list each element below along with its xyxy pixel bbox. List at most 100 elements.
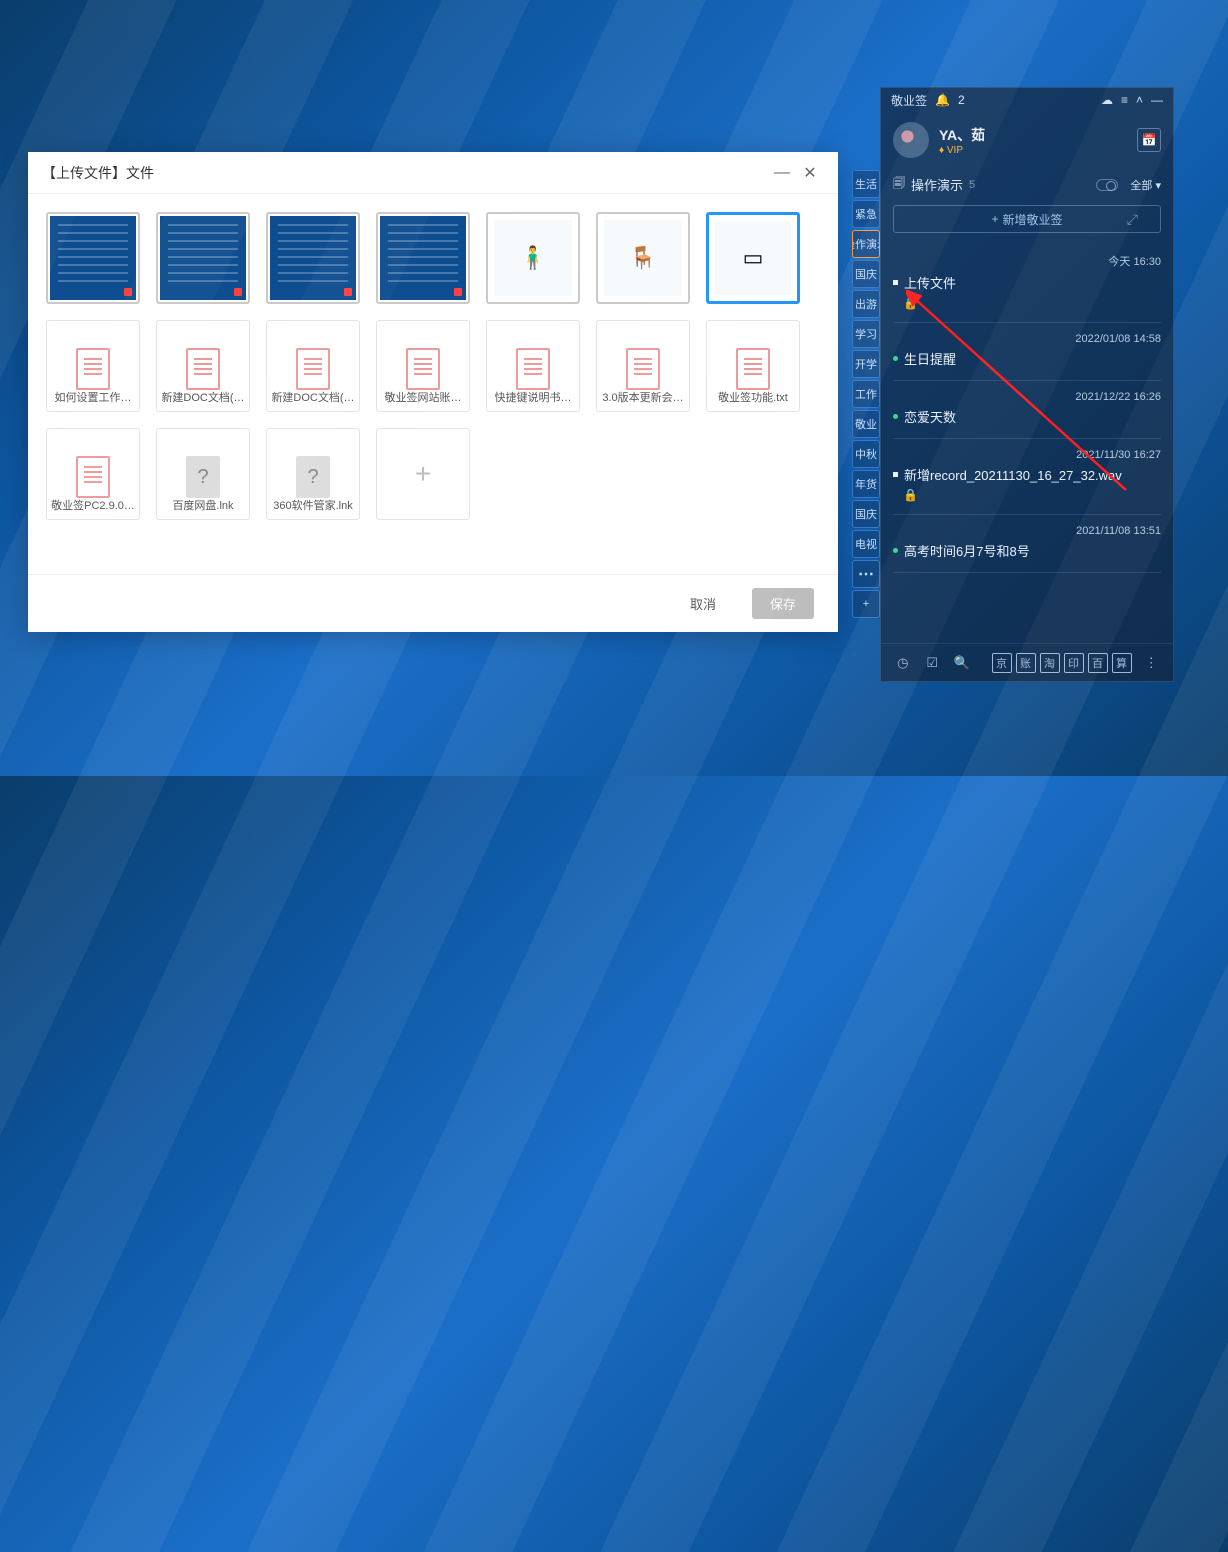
dialog-title: 【上传文件】文件 — [42, 163, 768, 183]
category-tag[interactable]: 生活 — [852, 170, 880, 198]
file-label: 百度网盘.lnk — [161, 497, 245, 513]
file-tile[interactable]: 新建DOC文档(… — [266, 320, 360, 412]
footer-shortcut[interactable]: 印 — [1064, 653, 1084, 673]
category-tag[interactable]: 电视 — [852, 530, 880, 558]
footer-shortcut[interactable]: 京 — [992, 653, 1012, 673]
note-timestamp: 2021/11/08 13:51 — [893, 525, 1161, 537]
status-dot — [893, 414, 898, 419]
note-timestamp: 2021/11/30 16:27 — [893, 449, 1161, 461]
note-item[interactable]: 今天 16:30 上传文件 🔒 — [893, 243, 1161, 323]
category-tag[interactable]: 紧急 — [852, 200, 880, 228]
image-tile[interactable]: ▭ — [706, 212, 800, 304]
category-tag[interactable]: 工作 — [852, 380, 880, 408]
footer-shortcut[interactable]: 百 — [1088, 653, 1108, 673]
note-title: 生日提醒 — [904, 349, 956, 368]
note-timestamp: 今天 16:30 — [893, 253, 1161, 269]
calendar-icon[interactable]: 📅 — [1137, 128, 1161, 152]
image-tile[interactable] — [376, 212, 470, 304]
category-tag[interactable]: 出游 — [852, 290, 880, 318]
note-title: 上传文件 — [904, 273, 956, 292]
status-dot — [893, 548, 898, 553]
footer-shortcut[interactable]: 账 — [1016, 653, 1036, 673]
note-item[interactable]: 2021/11/30 16:27 新增record_20211130_16_27_… — [893, 439, 1161, 515]
upload-dialog: 【上传文件】文件 — ✕ 🧍‍♂️🪑▭ 如何设置工作… 新建DOC文档(… 新建DOC… — [28, 152, 838, 632]
file-tile[interactable]: ?百度网盘.lnk — [156, 428, 250, 520]
file-tile[interactable]: 敬业签PC2.9.0… — [46, 428, 140, 520]
category-tag[interactable]: 开学 — [852, 350, 880, 378]
add-note-label: 新增敬业签 — [1003, 211, 1063, 228]
file-label: 快捷键说明书… — [491, 389, 575, 405]
tag-add[interactable]: + — [852, 590, 880, 618]
dialog-header: 【上传文件】文件 — ✕ — [28, 152, 838, 194]
more-icon[interactable]: ⋮ — [1142, 653, 1162, 673]
file-tile[interactable]: 3.0版本更新会… — [596, 320, 690, 412]
footer-shortcut[interactable]: 淘 — [1040, 653, 1060, 673]
section-count: 5 — [969, 179, 975, 191]
image-tile[interactable] — [266, 212, 360, 304]
avatar[interactable] — [893, 122, 929, 158]
note-title: 新增record_20211130_16_27_32.wav — [904, 465, 1122, 484]
minimize-icon[interactable]: — — [768, 159, 796, 187]
image-tile[interactable] — [46, 212, 140, 304]
file-tile[interactable]: ?360软件管家.lnk — [266, 428, 360, 520]
note-timestamp: 2021/12/22 16:26 — [893, 391, 1161, 403]
panel-titlebar: 敬业签 🔔 2 ☁ ≡ ˄ — — [881, 88, 1173, 112]
file-label: 敬业签PC2.9.0… — [51, 497, 135, 513]
category-tag[interactable]: 学习 — [852, 320, 880, 348]
search-icon[interactable]: 🔍 — [952, 653, 972, 673]
username: YA、茹 — [939, 125, 985, 145]
file-label: 新建DOC文档(… — [161, 389, 245, 405]
plus-icon: + — [991, 212, 998, 226]
note-item[interactable]: 2022/01/08 14:58 生日提醒 — [893, 323, 1161, 381]
file-label: 如何设置工作… — [51, 389, 135, 405]
category-tag[interactable]: 敬业 — [852, 410, 880, 438]
filter-dropdown[interactable]: 全部 ▾ — [1130, 177, 1161, 193]
save-button[interactable]: 保存 — [752, 588, 814, 619]
view-toggle[interactable] — [1096, 179, 1118, 191]
cloud-icon[interactable]: ☁ — [1101, 93, 1113, 107]
expand-icon[interactable]: ⤢ — [1127, 211, 1138, 228]
close-icon[interactable]: ✕ — [796, 159, 824, 187]
note-title: 高考时间6月7号和8号 — [904, 541, 1030, 560]
menu-icon[interactable]: ≡ — [1121, 93, 1128, 107]
add-note-box[interactable]: + 新增敬业签 ⤢ — [893, 205, 1161, 233]
add-file-tile[interactable]: + — [376, 428, 470, 520]
dialog-footer: 取消 保存 — [28, 574, 838, 632]
check-icon[interactable]: ☑ — [923, 653, 943, 673]
tag-more[interactable]: ⋯ — [852, 560, 880, 588]
app-name: 敬业签 — [891, 92, 927, 109]
note-item[interactable]: 2021/11/08 13:51 高考时间6月7号和8号 — [893, 515, 1161, 573]
collapse-icon[interactable]: ˄ — [1136, 93, 1143, 107]
notes-panel: 敬业签 🔔 2 ☁ ≡ ˄ — YA、茹 ♦ VIP 📅 🗐 操作演示 5 全部… — [880, 87, 1174, 682]
note-item[interactable]: 2021/12/22 16:26恋爱天数 — [893, 381, 1161, 439]
list-icon: 🗐 — [893, 174, 905, 195]
image-tile[interactable]: 🧍‍♂️ — [486, 212, 580, 304]
category-tag[interactable]: 国庆 — [852, 500, 880, 528]
file-tile[interactable]: 敬业签功能.txt — [706, 320, 800, 412]
file-tile[interactable]: 敬业签网站账… — [376, 320, 470, 412]
file-tile[interactable]: 快捷键说明书… — [486, 320, 580, 412]
minimize-panel-icon[interactable]: — — [1151, 93, 1163, 107]
file-label: 3.0版本更新会… — [601, 389, 685, 405]
bell-icon[interactable]: 🔔 — [935, 93, 950, 107]
category-tag[interactable]: 国庆 — [852, 260, 880, 288]
note-timestamp: 2022/01/08 14:58 — [893, 333, 1161, 345]
file-tile[interactable]: 如何设置工作… — [46, 320, 140, 412]
footer-shortcut[interactable]: 算 — [1112, 653, 1132, 673]
file-label: 新建DOC文档(… — [271, 389, 355, 405]
category-tag[interactable]: 操作演示 — [852, 230, 880, 258]
section-header: 🗐 操作演示 5 全部 ▾ — [881, 168, 1173, 201]
status-dot — [893, 280, 898, 285]
clock-icon[interactable]: ◷ — [893, 653, 913, 673]
file-tile[interactable]: 新建DOC文档(… — [156, 320, 250, 412]
category-tag[interactable]: 年货 — [852, 470, 880, 498]
image-tile[interactable]: 🪑 — [596, 212, 690, 304]
category-tag[interactable]: 中秋 — [852, 440, 880, 468]
notes-list: 今天 16:30 上传文件 🔒 2022/01/08 14:58 生日提醒 2021/12… — [881, 237, 1173, 579]
file-label: 敬业签功能.txt — [711, 389, 795, 405]
notif-count: 2 — [958, 93, 965, 107]
cancel-button[interactable]: 取消 — [672, 588, 734, 619]
section-title: 操作演示 — [911, 175, 963, 194]
lock-icon: 🔒 — [903, 296, 1161, 310]
image-tile[interactable] — [156, 212, 250, 304]
